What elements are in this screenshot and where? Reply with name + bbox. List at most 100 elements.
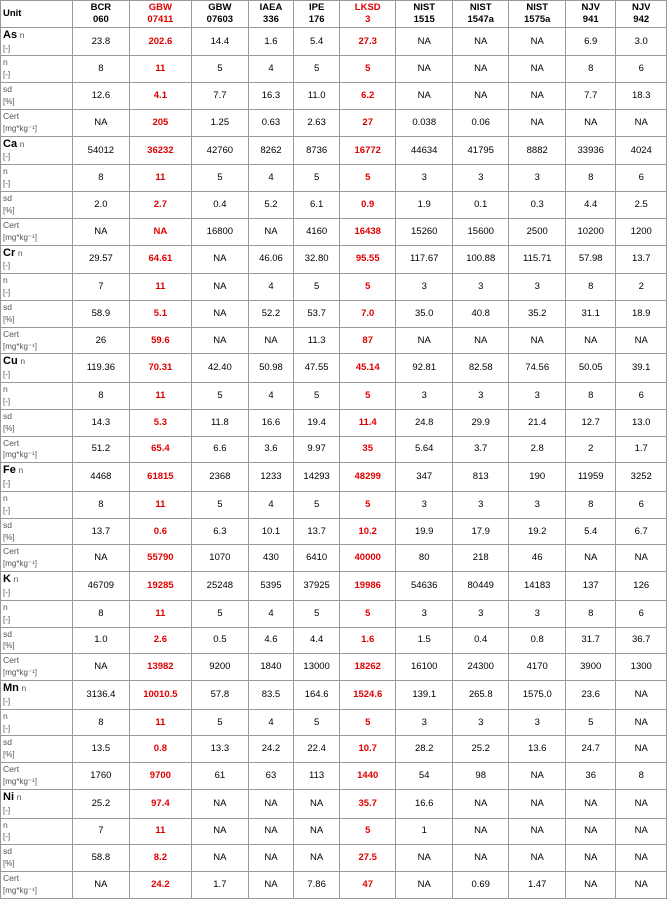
row-unit-label: [%] [3, 424, 15, 433]
data-cell: 41795 [452, 136, 509, 165]
data-cell: 21.4 [509, 409, 566, 436]
cell-value: NA [584, 117, 597, 128]
cell-value: 11 [155, 608, 165, 619]
data-cell: 44634 [396, 136, 453, 165]
cell-value: NA [310, 852, 323, 863]
row-type-label: n [3, 493, 8, 503]
data-cell: 8 [73, 600, 130, 627]
cell-value: 25248 [207, 580, 233, 591]
cell-value: 25.2 [92, 798, 111, 809]
row-type-label: n [3, 57, 8, 67]
data-cell: 4.6 [248, 627, 294, 654]
data-cell: 1.25 [192, 109, 249, 136]
table-row: n[-]811545533386 [1, 600, 667, 627]
unit-cell: Cert[mg*kg⁻¹] [1, 109, 73, 136]
col-label1: NJV [581, 2, 599, 13]
data-cell: NA [509, 789, 566, 818]
data-cell: 9.97 [294, 436, 340, 463]
cell-value: 5 [314, 717, 319, 728]
data-cell: 18262 [339, 654, 396, 681]
cell-value: 5 [314, 281, 319, 292]
data-cell: 430 [248, 545, 294, 572]
cell-value: NA [94, 117, 107, 128]
cell-value: 0.5 [213, 634, 226, 645]
cell-value: 8882 [527, 145, 548, 156]
data-cell: 0.5 [192, 627, 249, 654]
cell-value: 6410 [306, 552, 327, 563]
row-type-label: Cert [3, 111, 19, 121]
cell-value: 7.0 [361, 308, 374, 319]
cell-value: 46709 [88, 580, 114, 591]
cell-value: 6.3 [213, 526, 226, 537]
cell-value: NA [213, 281, 226, 292]
cell-value: 8262 [260, 145, 281, 156]
cell-value: 1.25 [211, 117, 230, 128]
data-cell: 3 [396, 274, 453, 301]
data-cell: 1.47 [509, 872, 566, 899]
cell-value: 5 [365, 172, 370, 183]
row-unit-label: [mg*kg⁻¹] [3, 342, 37, 351]
data-cell: 4 [248, 709, 294, 736]
cell-value: 53.7 [307, 308, 326, 319]
cell-value: 46 [532, 552, 543, 563]
data-cell: 82.58 [452, 354, 509, 383]
data-cell: 13.5 [73, 736, 130, 763]
row-type-label: n [22, 683, 27, 693]
data-cell: 58.9 [73, 300, 130, 327]
row-unit-label: [-] [3, 288, 10, 297]
cell-value: 9200 [209, 661, 230, 672]
data-cell: NA [294, 818, 340, 845]
data-cell: 3252 [616, 463, 667, 492]
data-cell: 23.6 [565, 681, 615, 710]
data-cell: 6.6 [192, 436, 249, 463]
cell-value: 5.64 [415, 443, 434, 454]
cell-value: NA [474, 798, 487, 809]
cell-value: 1840 [260, 661, 281, 672]
cell-value: 0.038 [412, 117, 436, 128]
data-cell: 54 [396, 763, 453, 790]
cell-value: 100.88 [466, 253, 495, 264]
table-row: n[-]711NA45533382 [1, 274, 667, 301]
data-cell: 6.9 [565, 27, 615, 56]
row-type-label: sd [3, 520, 12, 530]
cell-value: NA [635, 852, 648, 863]
cell-value: 0.69 [471, 879, 490, 890]
data-cell: 16800 [192, 218, 249, 245]
row-type-label: sd [3, 737, 12, 747]
cell-value: 11 [155, 499, 165, 510]
data-cell: NA [616, 872, 667, 899]
data-cell: 11 [129, 818, 192, 845]
cell-value: 3 [478, 717, 483, 728]
data-cell: 63 [248, 763, 294, 790]
cell-value: 3 [535, 499, 540, 510]
cell-value: 10.7 [358, 743, 377, 754]
cell-value: 44634 [411, 145, 437, 156]
table-row: Ca n[-]540123623242760826287361677244634… [1, 136, 667, 165]
cell-value: 8 [588, 63, 593, 74]
table-row: Cr n[-]29.5764.61NA46.0632.8095.55117.67… [1, 245, 667, 274]
cell-value: NA [474, 63, 487, 74]
table-row: n[-]711NANANA51NANANANA [1, 818, 667, 845]
cell-value: 3 [478, 281, 483, 292]
cell-value: 813 [473, 471, 489, 482]
data-cell: 137 [565, 572, 615, 601]
data-cell: 18.9 [616, 300, 667, 327]
unit-cell: n[-] [1, 600, 73, 627]
data-cell: 16.6 [396, 789, 453, 818]
cell-value: 430 [263, 552, 279, 563]
data-cell: 3.6 [248, 436, 294, 463]
data-cell: 3 [396, 709, 453, 736]
cell-value: 1.6 [264, 36, 277, 47]
cell-value: NA [531, 335, 544, 346]
data-cell: 25248 [192, 572, 249, 601]
cell-value: 14183 [524, 580, 550, 591]
cell-value: NA [418, 879, 431, 890]
cell-value: 3 [422, 499, 427, 510]
cell-value: 54 [419, 770, 430, 781]
col-header-bcr060: BCR060 [73, 1, 130, 28]
cell-value: 1760 [90, 770, 111, 781]
data-cell: NA [509, 56, 566, 83]
cell-value: 61815 [147, 471, 173, 482]
col-header-njv942: NJV942 [616, 1, 667, 28]
cell-value: 5 [314, 63, 319, 74]
